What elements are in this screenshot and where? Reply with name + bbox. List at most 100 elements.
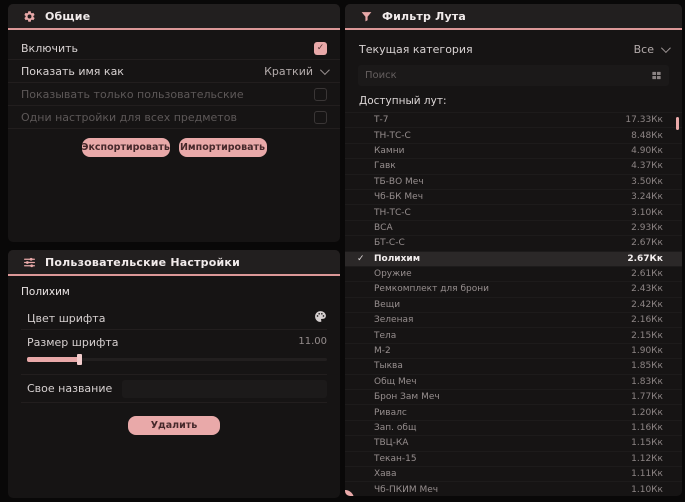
export-button[interactable]: Экспортировать [81,138,170,157]
slider-thumb[interactable] [77,354,82,365]
loot-item-name: Гавк [374,161,396,172]
only-custom-checkbox[interactable] [314,87,327,101]
loot-list-item[interactable]: ТН-ТС-С 8.48Кк [345,127,682,142]
available-loot-label: Доступный лут: [359,95,447,107]
sliders-icon [23,256,36,269]
import-button[interactable]: Импортировать [178,138,267,157]
loot-list-item[interactable]: Общ Меч 1.83Кк [345,373,682,389]
loot-list-item[interactable]: Брон Зам Меч 1.77Кк [345,389,682,404]
search-input[interactable]: Поиск [358,65,669,86]
funnel-icon [360,10,373,23]
display-name-row: Показать имя как Краткий [8,60,340,83]
loot-list-item[interactable]: ТН-ТС-С 3.10Кк [345,204,682,219]
loot-item-value: 1.11Кк [631,469,663,480]
loot-item-name: Чб-ПКИМ Меч [374,484,439,495]
loot-list-item[interactable]: Оружие 2.61Кк [345,265,682,281]
loot-list-item[interactable]: Зеленая 2.16Кк [345,312,682,327]
loot-item-value: 1.77Кк [631,392,663,403]
font-color-row[interactable]: Цвет шрифта [21,307,327,330]
display-name-select[interactable]: Краткий [264,64,330,78]
font-size-value: 11.00 [298,336,327,347]
selected-item-name: Полихим [21,286,70,298]
loot-item-value: 1.16Кк [631,423,663,433]
loot-item-name: Камни [374,145,405,156]
palette-icon[interactable] [314,310,327,326]
loot-item-value: 8.48Кк [631,130,663,141]
scrollbar-thumb[interactable] [676,117,679,130]
loot-list-item[interactable]: Вещи 2.42Кк [345,296,682,312]
loot-item-value: 2.16Кк [631,315,663,326]
loot-item-value: 1.85Кк [631,361,663,372]
loot-list-item[interactable]: Чб-ПКИМ Меч 1.10Кк [345,481,682,496]
category-row: Текущая категория Все [345,37,682,62]
loot-item-name: Текан-15 [374,453,417,464]
loot-list: Т-7 17.33Кк ТН-ТС-С 8.48Кк Камни 4.90Кк … [345,112,682,496]
loot-item-name: Чб-БК Меч [374,192,424,203]
loot-item-name: Зеленая [374,315,414,326]
font-color-label: Цвет шрифта [27,311,106,325]
loot-item-name: Тыква [374,361,403,372]
loot-item-value: 2.43Кк [631,284,663,295]
category-select[interactable]: Все [633,43,671,56]
display-name-label: Показать имя как [21,64,124,78]
loot-item-name: Т-7 [374,115,389,126]
gear-icon [23,10,36,23]
loot-list-item[interactable]: Ривалс 1.20Кк [345,404,682,419]
loot-item-value: 1.12Кк [631,453,663,464]
view-toggle-icon[interactable] [651,66,662,85]
loot-item-name: ТН-ТС-С [374,207,411,218]
loot-list-item[interactable]: Хава 1.11Кк [345,465,682,481]
loot-item-value: 17.33Кк [625,115,663,126]
custom-panel-header: Пользовательские Настройки [8,250,340,276]
loot-item-value: 2.61Кк [631,269,663,280]
display-name-value: Краткий [264,64,313,78]
loot-list-item[interactable]: Тыква 1.85Кк [345,358,682,373]
loot-item-value: 1.15Кк [631,438,663,449]
enable-checkbox[interactable]: ✓ [314,41,327,55]
delete-button[interactable]: Удалить [128,416,220,435]
loot-item-value: 4.37Кк [631,161,663,172]
loot-item-name: Зап. общ [374,423,417,433]
custom-name-input[interactable] [122,379,327,398]
enable-row: Включить ✓ [8,37,340,60]
loot-list-item[interactable]: Чб-БК Меч 3.24Кк [345,188,682,204]
only-custom-row: Показывать только пользовательские [8,83,340,106]
chevron-down-icon [660,43,671,54]
custom-name-row: Свое название [21,375,327,403]
loot-list-item[interactable]: Тела 2.15Кк [345,327,682,342]
loot-list-item[interactable]: Ремкомплект для брони 2.43Кк [345,281,682,296]
loot-list-item[interactable]: Зап. общ 1.16Кк [345,419,682,435]
loot-list-item[interactable]: БТ-С-С 2.67Кк [345,235,682,250]
loot-list-item[interactable]: М-2 1.90Кк [345,342,682,358]
loot-list-item[interactable]: ТВЦ-КА 1.15Кк [345,435,682,450]
loot-item-value: 1.90Кк [631,346,663,357]
single-settings-label: Одни настройки для всех предметов [21,110,237,124]
single-settings-row: Одни настройки для всех предметов [8,106,340,129]
custom-settings-panel: Пользовательские Настройки Полихим Цвет … [8,250,340,498]
loot-list-item[interactable]: Камни 4.90Кк [345,142,682,158]
loot-list-item[interactable]: ТБ-ВО Меч 3.50Кк [345,173,682,189]
font-size-slider[interactable] [27,354,327,365]
loot-list-item[interactable]: Гавк 4.37Кк [345,158,682,173]
loot-item-value: 2.15Кк [631,330,663,341]
custom-name-label: Свое название [27,382,113,395]
loot-item-name: Ривалс [374,407,407,418]
loot-item-name: Общ Меч [374,376,417,387]
loot-filter-panel: Фильтр Лута Текущая категория Все Поиск … [345,4,682,496]
loot-item-value: 3.50Кк [631,176,663,187]
loot-list-item[interactable]: ВСА 2.93Кк [345,219,682,235]
custom-panel-title: Пользовательские Настройки [45,255,240,269]
font-size-block: Размер шрифта 11.00 [21,330,327,375]
loot-list-item[interactable]: Текан-15 1.12Кк [345,450,682,466]
chevron-down-icon [319,64,330,75]
loot-list-item[interactable]: ✓ Полихим 2.67Кк [345,250,682,266]
slider-fill [27,357,79,362]
selected-check-icon: ✓ [357,253,365,264]
loot-list-item[interactable]: Т-7 17.33Кк [345,112,682,127]
loot-item-value: 3.10Кк [631,207,663,218]
loot-item-value: 1.83Кк [631,376,663,387]
category-value: Все [633,43,654,56]
loot-item-name: М-2 [374,346,391,357]
loot-item-name: БТ-С-С [374,238,405,249]
single-settings-checkbox[interactable] [314,110,327,124]
